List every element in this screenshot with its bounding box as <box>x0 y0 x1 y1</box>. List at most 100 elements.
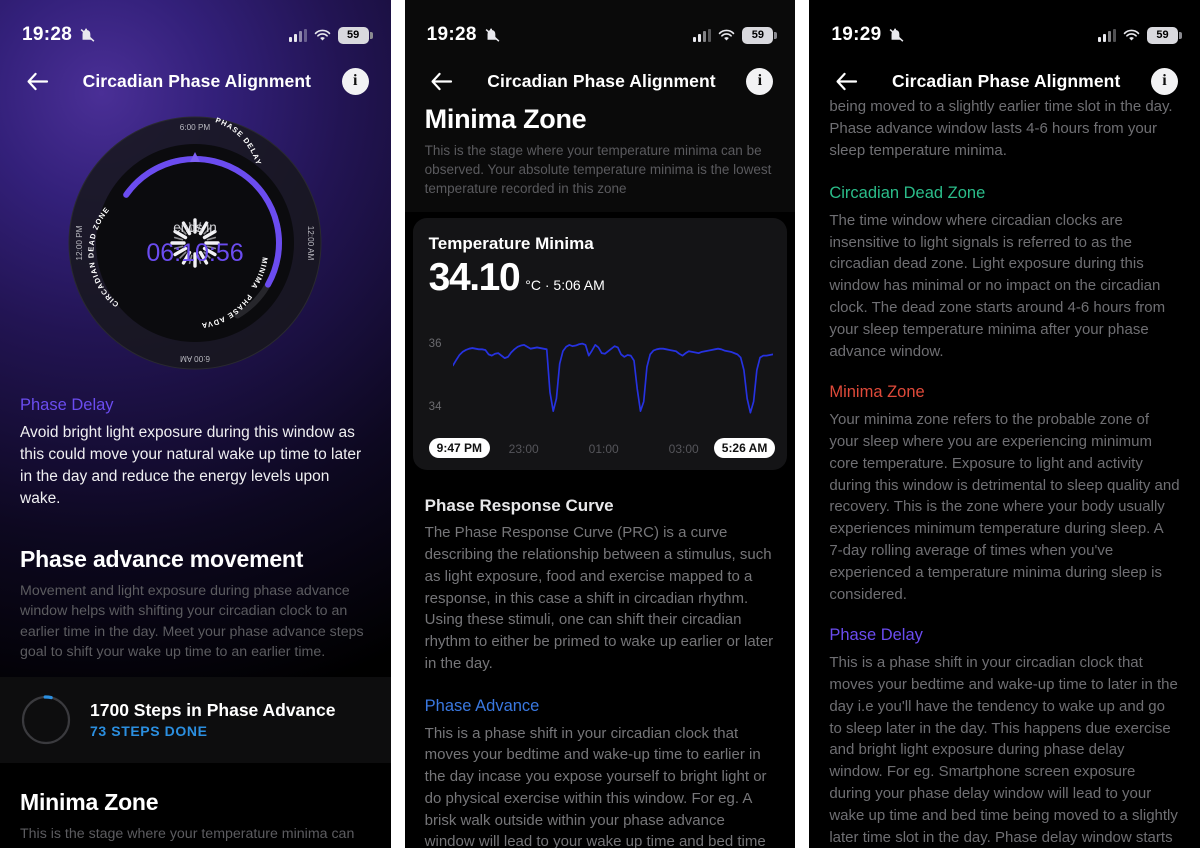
circadian-dial-svg[interactable]: 6:00 PM 12:00 AM 6:00 AM 12:00 PM PHASE … <box>64 112 326 374</box>
status-time: 19:28 <box>426 24 477 45</box>
phase-delay-title: Phase Delay <box>829 625 923 644</box>
section-circadian-dead-zone: Circadian Dead Zone The time window wher… <box>829 184 1180 363</box>
nav-bar: Circadian Phase Alignment i <box>0 58 391 112</box>
arrow-left-icon <box>836 72 857 90</box>
bell-slash-icon <box>80 28 95 42</box>
arrow-left-icon <box>26 72 48 90</box>
section-minima-zone: Minima Zone Your minima zone refers to t… <box>829 383 1180 606</box>
back-button[interactable] <box>22 66 52 96</box>
page-title: Circadian Phase Alignment <box>891 70 1121 91</box>
temperature-minima-card[interactable]: Temperature Minima 34.10 °C · 5:06 AM 36… <box>412 218 788 471</box>
section-header-subtitle: This is the stage where your temperature… <box>424 143 772 197</box>
panel2-articles: Phase Response Curve The Phase Response … <box>405 470 796 848</box>
status-indicators: 59 <box>288 26 373 44</box>
card-unit: °C · 5:06 AM <box>525 277 605 294</box>
steps-progress-ring <box>20 694 72 746</box>
y-axis-tick-34: 34 <box>428 401 442 414</box>
status-bar: 19:28 59 <box>405 0 796 58</box>
status-bar: 19:29 59 <box>809 0 1200 58</box>
back-button[interactable] <box>831 66 861 96</box>
nav-bar: Circadian Phase Alignment i <box>405 58 796 104</box>
clipped-paragraph: being moved to a slightly earlier time s… <box>829 98 1173 159</box>
dial-hour-label-2: 6:00 AM <box>180 354 210 363</box>
three-panel-screenshot: 19:28 59 Circadian Phase Alignment i 6:0… <box>0 0 1200 848</box>
wifi-icon <box>1123 29 1140 41</box>
info-button[interactable]: i <box>746 67 774 95</box>
info-icon: i <box>352 72 358 89</box>
bell-slash-icon <box>890 28 904 42</box>
wifi-icon <box>314 29 330 41</box>
temperature-line-path <box>452 343 773 415</box>
section-phase-response-curve: Phase Response Curve The Phase Response … <box>425 496 776 674</box>
dial-hour-label-3: 12:00 PM <box>75 225 84 260</box>
status-time-group: 19:28 <box>427 24 501 46</box>
battery-level: 59 <box>1156 29 1169 41</box>
x-axis-tick-1: 23:00 <box>508 442 539 457</box>
phase-advance-movement-title: Phase advance movement <box>20 546 304 572</box>
prc-title: Phase Response Curve <box>424 496 614 516</box>
page-title: Circadian Phase Alignment <box>82 70 312 91</box>
steps-card[interactable]: 1700 Steps in Phase Advance 73 STEPS DON… <box>0 676 391 763</box>
phase-advance-movement-body: Movement and light exposure during phase… <box>20 583 364 661</box>
chart-x-axis: 9:47 PM 23:00 01:00 03:00 5:26 AM <box>428 438 776 460</box>
x-axis-tick-2: 01:00 <box>588 442 619 457</box>
cellular-bars-icon <box>1098 28 1117 42</box>
phase-advance-title: Phase Advance <box>424 696 540 715</box>
y-axis-tick-36: 36 <box>428 338 442 351</box>
dead-zone-title: Circadian Dead Zone <box>829 183 986 202</box>
battery-indicator: 59 <box>742 26 778 44</box>
minima-zone-title: Minima Zone <box>20 788 159 815</box>
phase-delay-body: Avoid bright light exposure during this … <box>20 424 362 507</box>
info-button[interactable]: i <box>1151 67 1179 95</box>
dead-zone-body: The time window where circadian clocks a… <box>829 211 1166 361</box>
section-phase-delay: Phase Delay Avoid bright light exposure … <box>20 396 371 510</box>
dial-hour-label-1: 12:00 AM <box>306 226 315 261</box>
nav-bar: Circadian Phase Alignment i <box>809 58 1200 100</box>
panel2-header: 19:28 59 Circadian Phase Alignment i Min… <box>404 0 796 213</box>
phone-panel-1: 19:28 59 Circadian Phase Alignment i 6:0… <box>0 0 391 848</box>
temperature-chart[interactable]: 36 34 <box>428 326 773 430</box>
panel3-articles: being moved to a slightly earlier time s… <box>809 96 1200 848</box>
steps-text-group: 1700 Steps in Phase Advance 73 STEPS DON… <box>90 700 335 739</box>
bell-slash-icon <box>485 28 500 42</box>
card-value-row: 34.10 °C · 5:06 AM <box>429 256 772 300</box>
status-indicators: 59 <box>1098 26 1183 44</box>
steps-subtitle: 73 STEPS DONE <box>90 723 208 740</box>
minima-zone-body: Your minima zone refers to the probable … <box>829 410 1180 604</box>
arrow-left-icon <box>431 72 453 90</box>
info-button[interactable]: i <box>341 67 369 95</box>
info-icon: i <box>757 72 763 89</box>
minima-zone-title: Minima Zone <box>829 382 925 401</box>
status-time: 19:28 <box>22 24 73 45</box>
phone-panel-3: 19:29 59 Circadian Phase Alignment i bei… <box>809 0 1200 848</box>
circadian-dial[interactable]: 6:00 PM 12:00 AM 6:00 AM 12:00 PM PHASE … <box>35 112 355 372</box>
dial-hour-label-0: 6:00 PM <box>180 123 211 132</box>
dial-countdown: 06:10:56 <box>147 239 244 267</box>
status-time: 19:29 <box>831 24 882 45</box>
page-title: Circadian Phase Alignment <box>487 70 716 91</box>
status-time-group: 19:28 <box>22 24 96 46</box>
phase-delay-title: Phase Delay <box>20 396 114 414</box>
cellular-bars-icon <box>693 28 712 42</box>
section-minima-zone: Minima Zone This is the stage where your… <box>20 789 371 848</box>
phone-panel-2: 19:28 59 Circadian Phase Alignment i Min… <box>404 0 796 848</box>
battery-indicator: 59 <box>337 26 373 44</box>
cellular-bars-icon <box>288 28 307 42</box>
info-icon: i <box>1162 72 1167 89</box>
x-axis-end-pill: 5:26 AM <box>713 438 776 459</box>
battery-indicator: 59 <box>1147 26 1183 44</box>
section-header-title: Minima Zone <box>424 104 587 134</box>
prc-body: The Phase Response Curve (PRC) is a curv… <box>424 524 774 672</box>
status-time-group: 19:29 <box>831 24 905 46</box>
section-phase-advance: Phase Advance This is a phase shift in y… <box>425 697 776 848</box>
phase-delay-body: This is a phase shift in your circadian … <box>829 653 1178 847</box>
x-axis-start-pill: 9:47 PM <box>428 438 491 459</box>
back-button[interactable] <box>427 66 457 96</box>
status-bar: 19:28 59 <box>0 0 391 58</box>
steps-title: 1700 Steps in Phase Advance <box>90 700 336 721</box>
minima-zone-body: This is the stage where your temperature… <box>20 825 360 848</box>
wifi-icon <box>719 29 735 41</box>
x-axis-tick-3: 03:00 <box>668 442 699 457</box>
card-label: Temperature Minima <box>428 234 594 254</box>
section-phase-advance-movement: Phase advance movement Movement and ligh… <box>20 546 371 663</box>
